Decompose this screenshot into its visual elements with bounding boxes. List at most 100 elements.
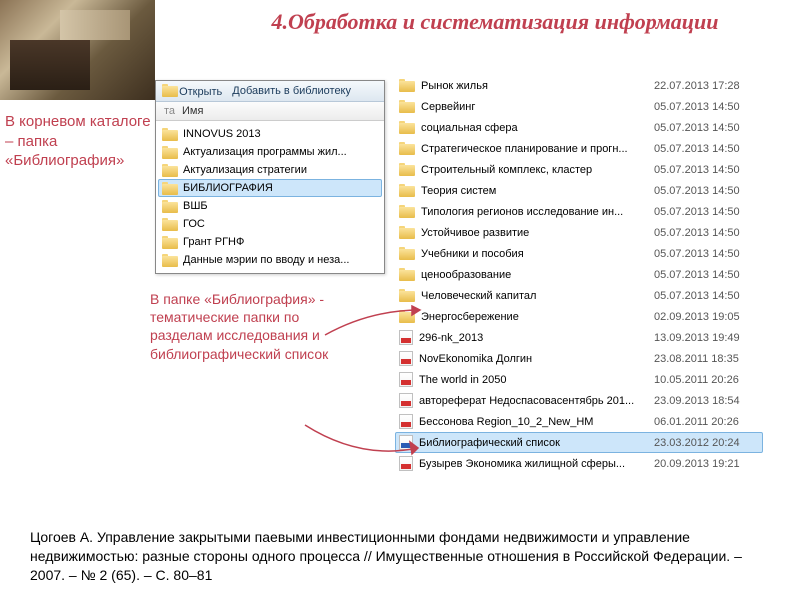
- list-item[interactable]: БИБЛИОГРАФИЯ: [158, 179, 382, 197]
- list-item[interactable]: Теория систем 05.07.2013 14:50: [395, 180, 763, 201]
- bibliography-citation: Цогоев А. Управление закрытыми паевыми и…: [30, 528, 770, 585]
- pdf-icon: [399, 372, 413, 387]
- list-item[interactable]: Рынок жилья 22.07.2013 17:28: [395, 75, 763, 96]
- file-name: Типология регионов исследование ин...: [421, 206, 648, 218]
- file-name: Сервейинг: [421, 101, 648, 113]
- file-name: Теория систем: [421, 185, 648, 197]
- file-date: 22.07.2013 17:28: [654, 80, 759, 92]
- file-date: 05.07.2013 14:50: [654, 122, 759, 134]
- folder-icon: [162, 236, 178, 249]
- file-name: ГОС: [183, 218, 378, 230]
- folder-list-right: Рынок жилья 22.07.2013 17:28 Сервейинг 05.0…: [395, 75, 763, 474]
- open-button[interactable]: Открыть: [162, 84, 222, 98]
- list-item[interactable]: The world in 2050 10.05.2011 20:26: [395, 369, 763, 390]
- folder-icon: [162, 164, 178, 177]
- file-name: Строительный комплекс, кластер: [421, 164, 648, 176]
- file-name: Устойчивое развитие: [421, 227, 648, 239]
- file-name: NovEkonomika Долгин: [419, 353, 648, 365]
- folder-icon: [399, 268, 415, 281]
- folder-icon: [162, 218, 178, 231]
- caption-root-folder: В корневом каталоге – папка «Библиографи…: [5, 112, 155, 171]
- file-name: Грант РГНФ: [183, 236, 378, 248]
- add-library-button[interactable]: Добавить в библиотеку: [232, 85, 351, 97]
- folder-icon: [162, 146, 178, 159]
- file-name: INNOVUS 2013: [183, 128, 378, 140]
- file-name: Человеческий капитал: [421, 290, 648, 302]
- folder-icon: [399, 79, 415, 92]
- list-item[interactable]: NovEkonomika Долгин23.08.2011 18:35: [395, 348, 763, 369]
- file-name: Стратегическое планирование и прогн...: [421, 143, 648, 155]
- folder-icon: [162, 128, 178, 141]
- file-name: автореферат Недоспасовасентябрь 201...: [419, 395, 648, 407]
- folder-icon: [162, 182, 178, 195]
- arrow-annotation-1: [300, 420, 430, 470]
- list-item[interactable]: Человеческий капитал 05.07.2013 14:50: [395, 285, 763, 306]
- file-date: 05.07.2013 14:50: [654, 185, 759, 197]
- column-name: Имя: [182, 105, 203, 117]
- file-date: 05.07.2013 14:50: [654, 269, 759, 281]
- file-date: 05.07.2013 14:50: [654, 290, 759, 302]
- slide-title: 4.Обработка и систематизация информации: [210, 8, 780, 37]
- file-name: ВШБ: [183, 200, 378, 212]
- list-item[interactable]: Строительный комплекс, кластер05.07.2013…: [395, 159, 763, 180]
- file-date: 20.09.2013 19:21: [654, 458, 759, 470]
- file-date: 10.05.2011 20:26: [654, 374, 759, 386]
- pdf-icon: [399, 351, 413, 366]
- explorer-toolbar: Открыть Добавить в библиотеку: [156, 81, 384, 102]
- folder-icon: [162, 254, 178, 267]
- file-name: 296-nk_2013: [419, 332, 648, 344]
- file-date: 13.09.2013 19:49: [654, 332, 759, 344]
- list-item[interactable]: ценообразование 05.07.2013 14:50: [395, 264, 763, 285]
- list-item[interactable]: Энергосбережение 02.09.2013 19:05: [395, 306, 763, 327]
- file-name: Рынок жилья: [421, 80, 648, 92]
- folder-icon: [399, 247, 415, 260]
- list-item[interactable]: Грант РГНФ: [158, 233, 382, 251]
- file-date: 02.09.2013 19:05: [654, 311, 759, 323]
- list-item[interactable]: Сервейинг 05.07.2013 14:50: [395, 96, 763, 117]
- file-name: Учебники и пособия: [421, 248, 648, 260]
- file-name: Данные мэрии по вводу и неза...: [183, 254, 378, 266]
- file-date: 05.07.2013 14:50: [654, 248, 759, 260]
- list-item[interactable]: ГОС: [158, 215, 382, 233]
- list-item[interactable]: Библиографический список23.03.2012 20:24: [395, 432, 763, 453]
- file-name: БИБЛИОГРАФИЯ: [183, 182, 378, 194]
- list-item[interactable]: Бессонова Region_10_2_New_HM06.01.2011 2…: [395, 411, 763, 432]
- list-item[interactable]: Бузырев Экономика жилищной сферы... 20.09…: [395, 453, 763, 474]
- folder-icon: [399, 163, 415, 176]
- file-name: Бузырев Экономика жилищной сферы...: [419, 458, 648, 470]
- file-name: Энергосбережение: [421, 311, 648, 323]
- pdf-icon: [399, 393, 413, 408]
- file-name: Актуализация программы жил...: [183, 146, 378, 158]
- file-date: 05.07.2013 14:50: [654, 206, 759, 218]
- file-date: 05.07.2013 14:50: [654, 101, 759, 113]
- caption-bibliography: В папке «Библиография» - тематические па…: [150, 290, 330, 363]
- list-item[interactable]: социальная сфера 05.07.2013 14:50: [395, 117, 763, 138]
- list-item[interactable]: автореферат Недоспасовасентябрь 201... 23…: [395, 390, 763, 411]
- file-date: 23.09.2013 18:54: [654, 395, 759, 407]
- file-date: 05.07.2013 14:50: [654, 143, 759, 155]
- list-item[interactable]: Данные мэрии по вводу и неза...: [158, 251, 382, 269]
- list-item[interactable]: Актуализация программы жил...: [158, 143, 382, 161]
- list-item[interactable]: Стратегическое планирование и прогн... 05…: [395, 138, 763, 159]
- folder-icon: [162, 84, 176, 95]
- list-item[interactable]: ВШБ: [158, 197, 382, 215]
- file-date: 23.03.2012 20:24: [654, 437, 759, 449]
- list-item[interactable]: INNOVUS 2013: [158, 125, 382, 143]
- list-item[interactable]: 296-nk_2013 13.09.2013 19:49: [395, 327, 763, 348]
- list-item[interactable]: Учебники и пособия 05.07.2013 14:50: [395, 243, 763, 264]
- folder-icon: [399, 100, 415, 113]
- folder-icon: [162, 200, 178, 213]
- folder-icon: [399, 205, 415, 218]
- column-header[interactable]: та Имя: [156, 102, 384, 121]
- file-explorer-right: Рынок жилья 22.07.2013 17:28 Сервейинг 05.0…: [395, 75, 763, 474]
- file-name: ценообразование: [421, 269, 648, 281]
- file-name: социальная сфера: [421, 122, 648, 134]
- folder-icon: [399, 289, 415, 302]
- list-item[interactable]: Актуализация стратегии: [158, 161, 382, 179]
- list-item[interactable]: Типология регионов исследование ин... 05.…: [395, 201, 763, 222]
- folder-icon: [399, 226, 415, 239]
- file-date: 06.01.2011 20:26: [654, 416, 759, 428]
- list-item[interactable]: Устойчивое развитие05.07.2013 14:50: [395, 222, 763, 243]
- file-name: The world in 2050: [419, 374, 648, 386]
- folder-icon: [399, 121, 415, 134]
